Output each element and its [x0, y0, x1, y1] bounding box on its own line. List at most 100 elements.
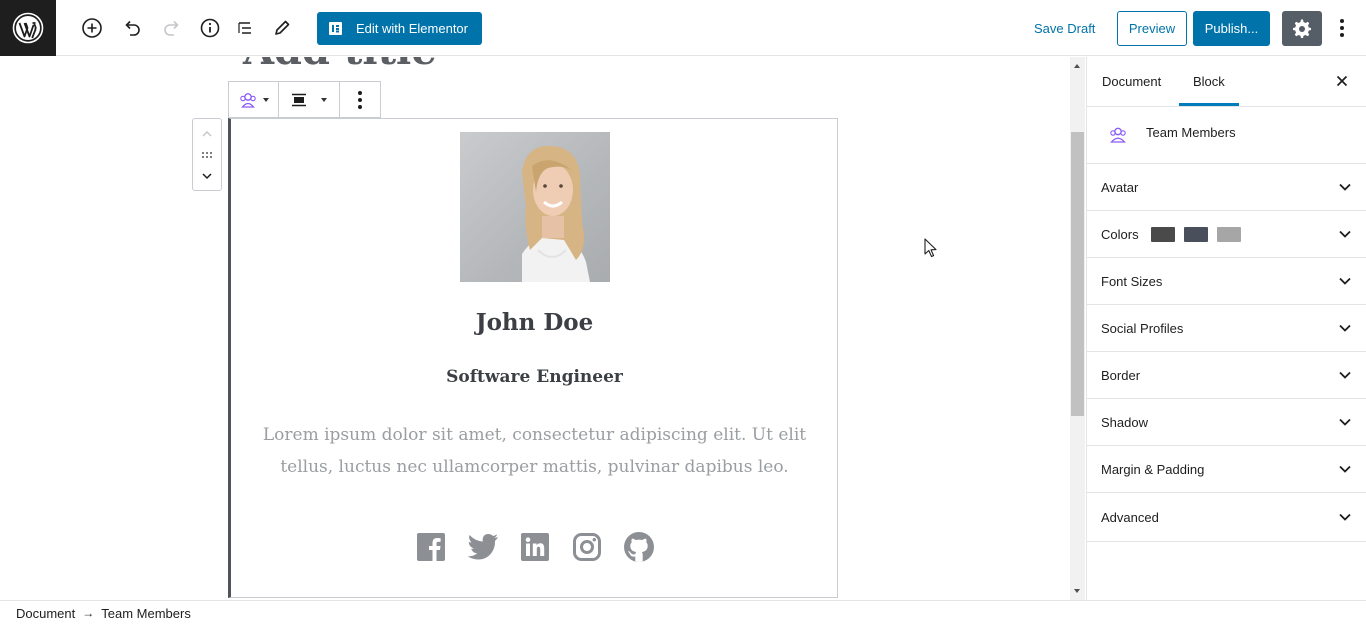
chevron-down-icon — [1339, 230, 1351, 238]
dot — [358, 90, 362, 95]
facebook-icon — [416, 533, 445, 561]
info-icon — [200, 18, 220, 38]
member-name[interactable]: John Doe — [231, 309, 838, 336]
panel-title: Border — [1101, 367, 1141, 383]
panel-shadow[interactable]: Shadow — [1087, 399, 1366, 446]
color-swatch[interactable] — [1184, 227, 1208, 242]
chevron-down-icon — [1339, 277, 1351, 285]
linkedin-link[interactable] — [519, 531, 551, 563]
tools-button[interactable] — [268, 14, 296, 42]
color-swatches — [1151, 227, 1250, 242]
preview-button[interactable]: Preview — [1117, 11, 1187, 46]
panel-title: Advanced — [1101, 509, 1159, 525]
color-swatch[interactable] — [1217, 227, 1241, 242]
elementor-icon — [329, 22, 342, 35]
publish-button[interactable]: Publish... — [1193, 11, 1270, 46]
content-info-button[interactable] — [196, 14, 224, 42]
scroll-down-icon[interactable] — [1074, 589, 1080, 593]
gear-icon — [1293, 19, 1311, 38]
align-center-icon — [292, 93, 306, 106]
move-down-icon[interactable] — [201, 172, 213, 180]
github-link[interactable] — [623, 531, 655, 563]
dot — [358, 97, 362, 102]
team-members-icon — [239, 92, 256, 108]
move-up-icon[interactable] — [201, 130, 213, 138]
instagram-icon — [572, 533, 601, 561]
block-card-title: Team Members — [1146, 125, 1236, 140]
plus-circle-icon — [82, 18, 102, 38]
list-view-icon — [238, 22, 251, 34]
block-card: Team Members — [1087, 107, 1366, 164]
panel-font-sizes[interactable]: Font Sizes — [1087, 258, 1366, 305]
dot — [358, 104, 362, 109]
social-profiles — [231, 531, 838, 563]
tab-document[interactable]: Document — [1102, 57, 1161, 106]
team-members-icon — [1110, 127, 1126, 143]
block-more-options-button[interactable] — [340, 82, 380, 117]
avatar[interactable] — [460, 132, 610, 282]
facebook-link[interactable] — [415, 531, 447, 563]
wordpress-icon — [12, 12, 44, 44]
add-block-button[interactable] — [78, 14, 106, 42]
dot — [1340, 33, 1344, 37]
member-bio[interactable]: Lorem ipsum dolor sit amet, consectetur … — [251, 419, 818, 483]
panel-social-profiles[interactable]: Social Profiles — [1087, 305, 1366, 352]
chevron-down-icon — [1339, 371, 1351, 379]
caret-down-icon — [321, 97, 327, 102]
edit-with-elementor-button[interactable]: Edit with Elementor — [317, 12, 482, 45]
alignment-button[interactable] — [279, 82, 340, 117]
chevron-down-icon — [1339, 324, 1351, 332]
twitter-link[interactable] — [467, 531, 499, 563]
mouse-cursor-icon — [924, 238, 937, 258]
breadcrumb: Document → Team Members — [0, 600, 1366, 625]
portrait-image — [522, 145, 590, 282]
block-switcher-button[interactable] — [229, 82, 279, 117]
save-draft-button[interactable]: Save Draft — [1034, 21, 1095, 36]
wordpress-logo-button[interactable] — [0, 0, 56, 56]
github-icon — [623, 532, 654, 562]
linkedin-icon — [520, 533, 549, 561]
panel-colors[interactable]: Colors — [1087, 211, 1366, 258]
undo-icon — [125, 20, 140, 36]
editor-scrollbar[interactable] — [1070, 57, 1085, 600]
panel-title: Social Profiles — [1101, 320, 1184, 336]
caret-down-icon — [262, 97, 269, 102]
panel-title: Shadow — [1101, 414, 1148, 430]
settings-sidebar: Document Block Team Members Avatar Color… — [1086, 57, 1366, 600]
tab-block[interactable]: Block — [1179, 57, 1239, 106]
more-options-button[interactable] — [1330, 14, 1354, 42]
color-swatch[interactable] — [1151, 227, 1175, 242]
redo-icon — [164, 20, 179, 36]
instagram-link[interactable] — [571, 531, 603, 563]
scrollbar-thumb[interactable] — [1071, 132, 1084, 416]
breadcrumb-document[interactable]: Document — [16, 606, 75, 621]
panel-border[interactable]: Border — [1087, 352, 1366, 399]
sidebar-tabs: Document Block — [1087, 57, 1366, 107]
breadcrumb-team-members[interactable]: Team Members — [101, 606, 191, 621]
member-role[interactable]: Software Engineer — [231, 367, 838, 387]
breadcrumb-separator: → — [82, 606, 95, 620]
panel-avatar[interactable]: Avatar — [1087, 164, 1366, 211]
dot — [1340, 19, 1344, 23]
chevron-down-icon — [1339, 465, 1351, 473]
panel-title: Margin & Padding — [1101, 461, 1205, 477]
editor-canvas[interactable]: Add title — [0, 57, 1070, 600]
post-title[interactable]: Add title — [243, 57, 437, 74]
edit-with-elementor-label: Edit with Elementor — [356, 21, 468, 36]
twitter-icon — [467, 534, 498, 560]
drag-handle-icon[interactable] — [201, 151, 213, 159]
block-toolbar — [228, 81, 381, 118]
undo-button[interactable] — [118, 14, 146, 42]
team-member-block[interactable]: John Doe Software Engineer Lorem ipsum d… — [228, 118, 838, 598]
dot — [1340, 26, 1344, 30]
panel-advanced[interactable]: Advanced — [1087, 493, 1366, 542]
block-navigation-button[interactable] — [231, 14, 259, 42]
settings-button[interactable] — [1282, 11, 1322, 46]
close-icon — [1336, 75, 1348, 87]
scroll-up-icon[interactable] — [1074, 64, 1080, 68]
panel-title: Font Sizes — [1101, 273, 1163, 289]
redo-button[interactable] — [158, 14, 186, 42]
chevron-down-icon — [1339, 183, 1351, 191]
close-sidebar-button[interactable] — [1333, 72, 1351, 90]
panel-margin-padding[interactable]: Margin & Padding — [1087, 446, 1366, 493]
